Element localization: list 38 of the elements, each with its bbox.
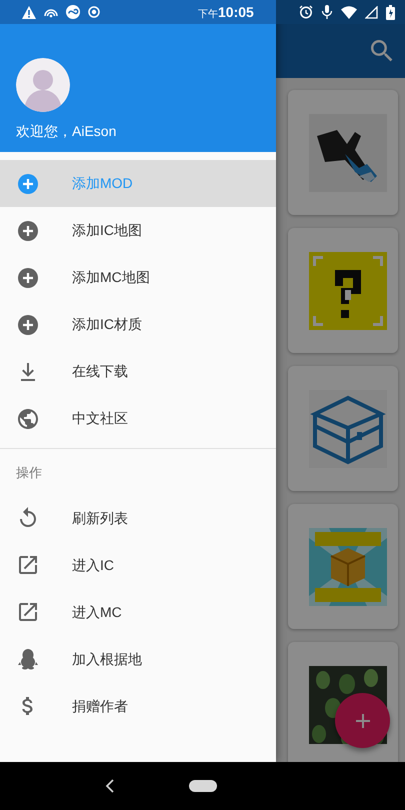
drawer-menu-item[interactable]: 进入MC [0, 588, 276, 636]
add-circle-icon [16, 266, 40, 290]
item-card[interactable] [288, 366, 398, 491]
drawer-menu-item[interactable]: 添加IC材质 [0, 301, 276, 348]
item-card[interactable] [288, 90, 398, 215]
add-circle-icon [16, 312, 40, 336]
section-heading: 操作 [15, 464, 43, 482]
alarm-icon [299, 5, 313, 19]
item-card[interactable] [288, 228, 398, 353]
home-button[interactable] [188, 780, 216, 792]
gamepad-icon [66, 5, 80, 19]
wifi-icon [341, 6, 357, 18]
drawer-menu-item[interactable]: 中文社区 [0, 395, 276, 442]
external-link-icon [16, 553, 40, 577]
globe-icon [16, 406, 40, 430]
add-circle-icon [16, 218, 40, 242]
add-circle-icon [16, 172, 40, 196]
warning-icon [22, 6, 36, 18]
clock-time: 10:05 [218, 2, 254, 22]
drawer-menu-item[interactable]: 加入根据地 [0, 636, 276, 682]
signal-icon [365, 6, 378, 18]
back-icon[interactable] [104, 779, 114, 793]
record-icon [88, 6, 100, 18]
drawer-menu-item[interactable]: 进入IC [0, 542, 276, 588]
plus-icon [354, 712, 370, 728]
microphone-icon [321, 5, 333, 19]
time-period: 下午 [198, 8, 218, 22]
battery-icon [386, 4, 395, 20]
drawer-menu-item[interactable]: 捐赠作者 [0, 682, 276, 730]
drawer-menu-item[interactable]: 添加MC地图 [0, 254, 276, 301]
drawer-menu-item[interactable]: 在线下载 [0, 348, 276, 395]
welcome-text: 欢迎您，AiEson [16, 122, 116, 140]
search-icon[interactable] [371, 40, 393, 62]
avatar[interactable] [16, 58, 70, 112]
external-link-icon [16, 600, 40, 624]
penguin-icon [16, 647, 40, 671]
drawer-menu-item[interactable]: 刷新列表 [0, 494, 276, 542]
drawer-menu-item[interactable]: 添加IC地图 [0, 207, 276, 254]
